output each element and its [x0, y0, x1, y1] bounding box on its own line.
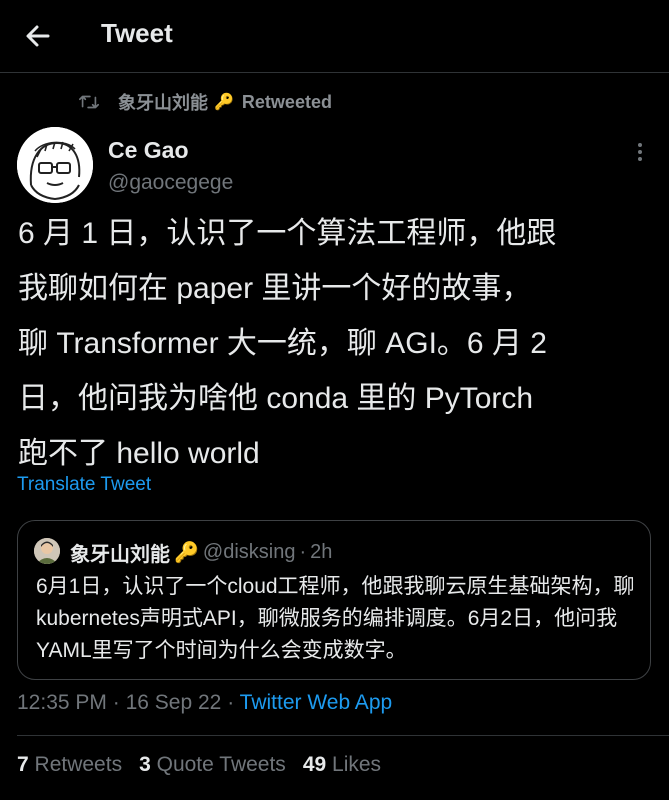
key-emoji-icon: 🔑 — [214, 94, 234, 111]
tweet-text: 6 月 1 日，认识了一个算法工程师，他跟 我聊如何在 paper 里讲一个好的… — [18, 217, 557, 470]
separator-dot: · — [112, 691, 120, 714]
quoted-author-handle: @disksing — [202, 541, 296, 563]
quoted-author-name: 象牙山刘能 — [70, 544, 170, 566]
key-emoji-icon: 🔑 — [174, 542, 199, 564]
likes-label: Likes — [332, 753, 382, 776]
retweeter-name[interactable]: 象牙山刘能 — [118, 89, 208, 115]
more-options-icon[interactable] — [632, 140, 648, 164]
quoted-tweet-card[interactable]: 象牙山刘能 🔑 @disksing · 2h 6月1日，认识了一个cloud工程师… — [17, 520, 651, 680]
quoted-time: 2h — [310, 541, 333, 563]
quote-tweets-stat[interactable]: 3 Quote Tweets — [139, 753, 286, 777]
translate-tweet-link[interactable]: Translate Tweet — [17, 474, 151, 496]
divider — [17, 735, 669, 736]
page-title: Tweet — [101, 18, 173, 48]
top-bar: Tweet — [0, 0, 669, 73]
quoted-avatar — [34, 538, 60, 564]
source-app-link[interactable]: Twitter Web App — [240, 691, 393, 714]
back-arrow-icon[interactable] — [22, 20, 54, 52]
avatar[interactable] — [17, 127, 93, 203]
retweets-count: 7 — [17, 753, 29, 776]
tweet-metadata: 12:35 PM · 16 Sep 22 · Twitter Web App — [17, 691, 392, 715]
person-photo-icon — [34, 538, 60, 564]
retweet-icon — [79, 95, 99, 109]
likes-count: 49 — [302, 753, 327, 776]
retweets-label: Retweets — [34, 753, 123, 776]
quoted-text: 6月1日，认识了一个cloud工程师，他跟我聊云原生基础架构，聊kubernet… — [36, 575, 635, 662]
retweets-stat[interactable]: 7 Retweets — [17, 753, 122, 777]
quoted-header: 象牙山刘能 🔑 @disksing · 2h — [70, 538, 332, 567]
cartoon-face-icon — [17, 127, 93, 203]
separator-dot: · — [227, 691, 235, 714]
likes-stat[interactable]: 49 Likes — [303, 753, 381, 777]
tweet-date[interactable]: 16 Sep 22 — [126, 691, 222, 714]
retweeted-label: Retweeted — [241, 91, 332, 112]
engagement-stats: 7 Retweets 3 Quote Tweets 49 Likes — [17, 753, 398, 777]
author-name[interactable]: Ce Gao — [108, 137, 189, 164]
quote-tweets-label: Quote Tweets — [156, 753, 286, 776]
tweet-time[interactable]: 12:35 PM — [17, 691, 107, 714]
author-handle[interactable]: @gaocegege — [108, 171, 233, 195]
quote-tweets-count: 3 — [139, 753, 151, 776]
retweeted-by[interactable]: 象牙山刘能 🔑 Retweeted — [78, 89, 332, 115]
separator-dot: · — [299, 541, 307, 563]
